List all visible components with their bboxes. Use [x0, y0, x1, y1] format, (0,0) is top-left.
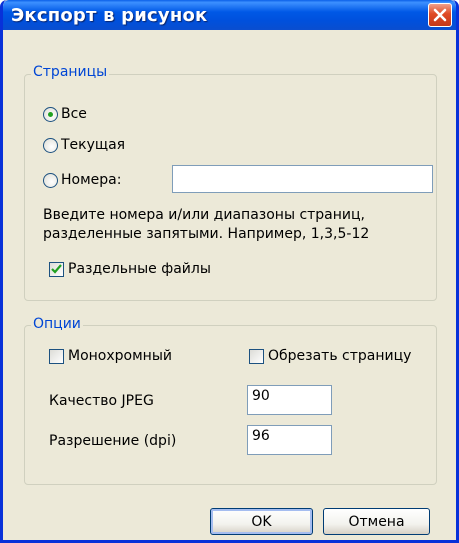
radio-all-label: Все: [61, 106, 87, 122]
radio-current[interactable]: Текущая: [43, 137, 125, 153]
page-numbers-input[interactable]: [172, 165, 433, 193]
radio-all-button[interactable]: [43, 106, 58, 122]
radio-numbers[interactable]: Номера:: [43, 172, 121, 188]
title-bar[interactable]: Экспорт в рисунок: [3, 0, 456, 30]
page-numbers-hint-line1: Введите номера и/или диапазоны страниц,: [43, 207, 365, 223]
radio-current-label: Текущая: [61, 137, 126, 153]
export-dialog: Экспорт в рисунок Страницы Все Текущая Н…: [0, 0, 459, 543]
resolution-input[interactable]: 96: [247, 425, 332, 455]
separate-files-box[interactable]: [49, 261, 64, 277]
cancel-button[interactable]: Отмена: [323, 508, 430, 535]
resolution-label: Разрешение (dpi): [49, 433, 177, 449]
page-numbers-hint-line2: разделенные запятыми. Например, 1,3,5-12: [43, 226, 370, 242]
jpeg-quality-label: Качество JPEG: [49, 393, 154, 409]
radio-all[interactable]: Все: [43, 106, 87, 122]
monochrome-checkbox[interactable]: Монохромный: [49, 348, 172, 364]
jpeg-quality-input[interactable]: 90: [247, 385, 332, 415]
options-legend: Опции: [31, 316, 83, 332]
close-icon: [433, 8, 447, 22]
radio-numbers-button[interactable]: [43, 172, 58, 188]
radio-current-button[interactable]: [43, 137, 58, 153]
checkmark-icon: [51, 263, 62, 274]
crop-page-checkbox[interactable]: Обрезать страницу: [249, 348, 411, 364]
monochrome-label: Монохромный: [68, 348, 172, 364]
crop-page-box[interactable]: [249, 348, 264, 364]
close-button[interactable]: [428, 3, 452, 27]
window-title: Экспорт в рисунок: [11, 5, 208, 26]
pages-legend: Страницы: [31, 64, 110, 80]
crop-page-label: Обрезать страницу: [268, 348, 412, 364]
monochrome-box[interactable]: [49, 348, 64, 364]
ok-button[interactable]: OK: [210, 508, 313, 535]
separate-files-label: Раздельные файлы: [68, 261, 211, 277]
radio-numbers-label: Номера:: [61, 172, 122, 188]
separate-files-checkbox[interactable]: Раздельные файлы: [49, 261, 211, 277]
